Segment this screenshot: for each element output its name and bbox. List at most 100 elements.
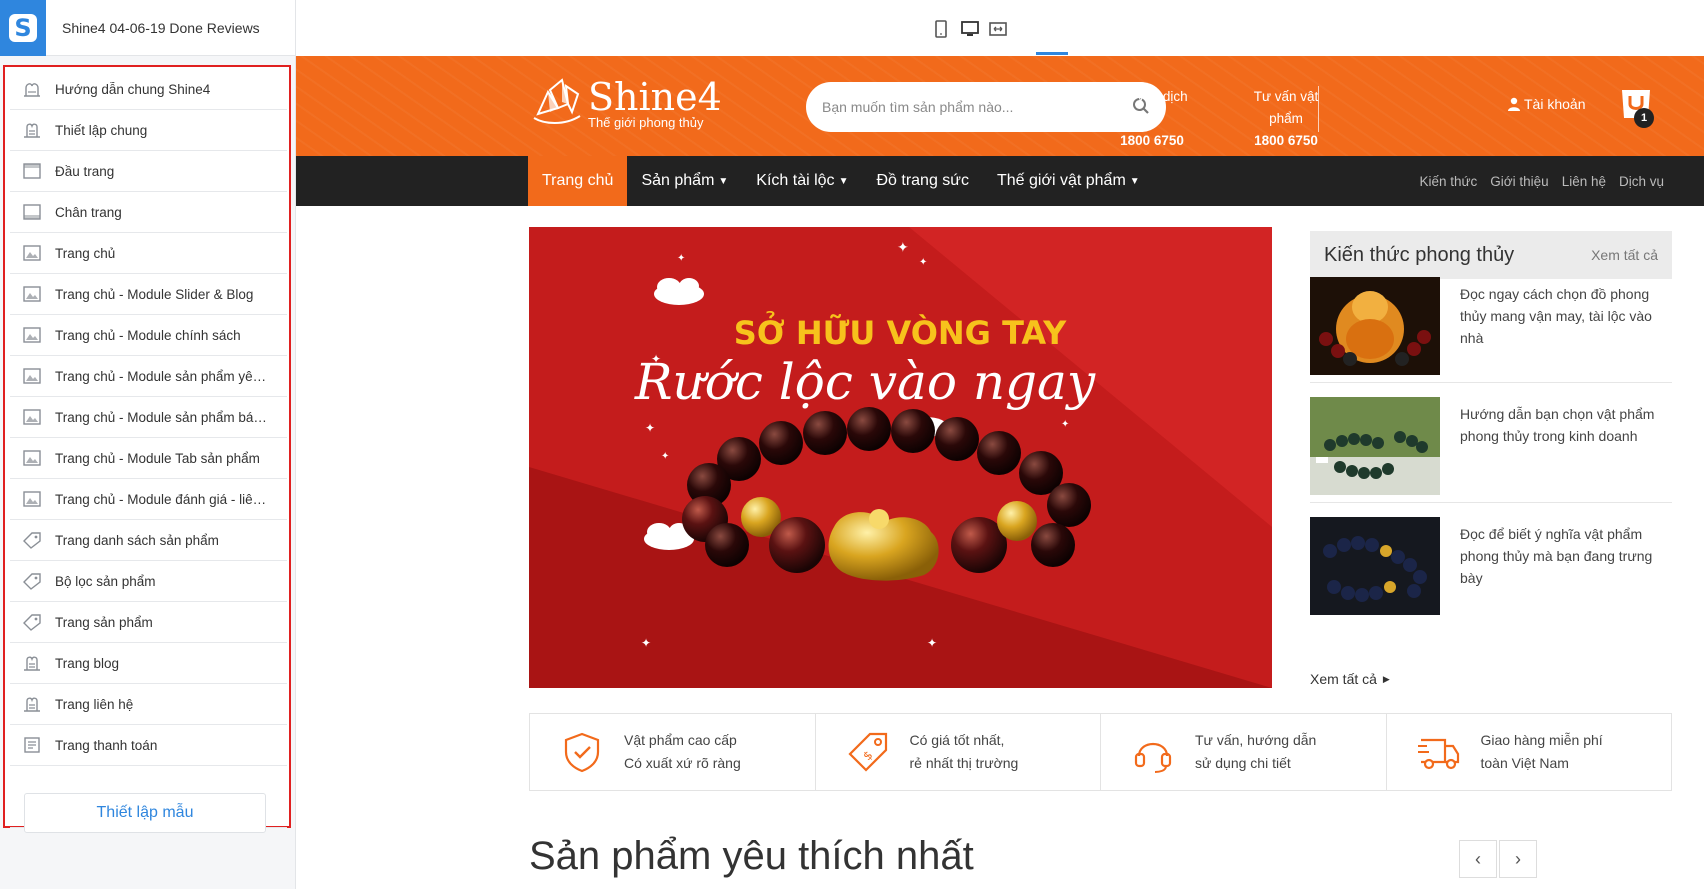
policy-item: $ Có giá tốt nhất, rẻ nhất thị trường [816,714,1101,790]
secondary-nav-item[interactable]: Liên hệ [1562,174,1606,189]
editor-menu-label: Trang chủ - Module sản phẩm bán chạy [55,409,287,425]
device-toolbar [296,0,1704,56]
svg-text:✦: ✦ [927,636,937,650]
editor-menu-item[interactable]: Trang chủ - Module Tab sản phẩm [10,438,287,479]
article-thumbnail[interactable] [1310,517,1440,615]
desktop-view-icon[interactable] [959,18,981,40]
editor-menu-item[interactable]: Đầu trang [10,151,287,192]
hotline-product-label: Tư vấn vật phẩm [1253,89,1319,126]
hotline-product[interactable]: Tư vấn vật phẩm 1800 6750 [1236,86,1336,152]
nav-item-label: Trang chủ [542,172,614,189]
app-logo-icon[interactable]: S [0,0,46,56]
hero-banner[interactable]: ✦ ✦ ✦ ✦ ✦ ✦ ✦ ✦ ✦ SỞ HỮU VÒNG TAY Rước l… [529,227,1272,688]
editor-menu-item[interactable]: Trang chủ [10,233,287,274]
secondary-nav-item[interactable]: Giới thiệu [1490,174,1548,189]
article-divider [1310,502,1672,503]
carousel-next-button[interactable]: › [1499,840,1537,878]
editor-menu-label: Hướng dẫn chung Shine4 [55,81,211,97]
knowledge-view-all[interactable]: Xem tất cả [1591,247,1658,263]
editor-menu-label: Trang chủ - Module sản phẩm yêu thích [55,368,287,384]
page-image-icon [21,242,43,264]
chevron-right-icon: › [1515,848,1521,869]
editor-menu-item[interactable]: Trang chủ - Module chính sách [10,315,287,356]
fullwidth-view-icon[interactable] [987,18,1009,40]
tag-icon [21,611,43,633]
site-preview: Shine4 Thế giới phong thủy Tư vấn dịch v… [296,56,1704,889]
editor-menu-item[interactable]: Trang chủ - Module sản phẩm bán chạy [10,397,287,438]
editor-menu-item[interactable]: Chân trang [10,192,287,233]
caret-right-icon: ▶ [1382,673,1390,684]
nav-item-label: Kích tài lộc [756,172,835,189]
page-image-icon [21,283,43,305]
nav-item[interactable]: Kích tài lộc ▼ [742,156,862,206]
article-thumbnail[interactable] [1310,397,1440,495]
editor-header: S Shine4 04-06-19 Done Reviews [0,0,295,56]
policy-strip: Vật phẩm cao cấp Có xuất xứ rõ ràng $ Có … [529,713,1672,791]
policy-item: Vật phẩm cao cấp Có xuất xứ rõ ràng [530,714,816,790]
editor-menu: Hướng dẫn chung Shine4 Thiết lập chung Đầu… [10,69,287,766]
article-item[interactable]: Đọc ngay cách chọn đồ phong thủy mang vậ… [1310,277,1672,381]
secondary-nav-item[interactable]: Dịch vụ [1619,174,1664,189]
template-setup-button[interactable]: Thiết lập mẫu [24,793,266,833]
editor-menu-label: Trang chủ - Module Slider & Blog [55,286,254,302]
editor-menu-item[interactable]: Trang chủ - Module Slider & Blog [10,274,287,315]
svg-text:✦: ✦ [897,240,909,256]
editor-menu-label: Chân trang [55,204,122,220]
knowledge-header: Kiến thức phong thủy Xem tất cả [1310,231,1672,279]
editor-menu-label: Trang liên hệ [55,696,134,712]
mobile-view-icon[interactable] [930,18,952,40]
policy-line2: rẻ nhất thị trường [909,755,1019,771]
search-input[interactable] [822,99,1112,115]
editor-menu-item[interactable]: Trang chủ - Module sản phẩm yêu thích [10,356,287,397]
article-title[interactable]: Đọc ngay cách chọn đồ phong thủy mang vậ… [1460,283,1665,349]
site-logo[interactable]: Shine4 Thế giới phong thủy [528,74,722,132]
editor-menu-item[interactable]: Trang thanh toán [10,725,287,766]
policy-line1: Vật phẩm cao cấp [624,732,737,748]
editor-menu-item[interactable]: Hướng dẫn chung Shine4 [10,69,287,110]
theme-title: Shine4 04-06-19 Done Reviews [62,19,260,36]
preview-area: Shine4 Thế giới phong thủy Tư vấn dịch v… [296,0,1704,889]
editor-menu-item[interactable]: Bộ lọc sản phẩm [10,561,287,602]
article-divider [1310,382,1672,383]
banner-headline: SỞ HỮU VÒNG TAY [734,310,1067,352]
cart-count-badge: 1 [1634,108,1654,128]
policy-line1: Có giá tốt nhất, [909,732,1005,748]
editor-menu-item[interactable]: Trang chủ - Module đánh giá - liên hệ [10,479,287,520]
hotline-service[interactable]: Tư vấn dịch vụ 1800 6750 [1108,86,1196,152]
secondary-nav-item[interactable]: Kiến thức [1419,174,1477,189]
editor-menu-label: Đầu trang [55,163,115,179]
nav-item[interactable]: Sản phẩm ▼ [627,156,742,206]
editor-menu-label: Thiết lập chung [55,122,148,138]
article-thumbnail[interactable] [1310,277,1440,375]
header-layout-icon [21,160,43,182]
nav-item[interactable]: Thế giới vật phẩm ▼ [983,156,1154,206]
hotline-product-number: 1800 6750 [1254,133,1318,148]
secondary-nav: Kiến thức Giới thiệu Liên hệ Dịch vụ [1406,156,1664,206]
svg-text:✦: ✦ [645,421,655,435]
page-image-icon [21,406,43,428]
account-label: Tài khoản [1524,96,1586,112]
editor-menu-item[interactable]: Trang liên hệ [10,684,287,725]
editor-menu-label: Trang chủ - Module đánh giá - liên hệ [55,491,279,507]
article-title[interactable]: Hướng dẫn bạn chọn vật phẩm phong thủy t… [1460,403,1665,447]
checkout-icon [21,734,43,756]
menu-highlight-frame: Hướng dẫn chung Shine4 Thiết lập chung Đầu… [3,65,291,828]
carousel-prev-button[interactable]: ‹ [1459,840,1497,878]
nav-item[interactable]: Đồ trang sức [862,156,983,206]
editor-menu-item[interactable]: Thiết lập chung [10,110,287,151]
article-item[interactable]: Hướng dẫn bạn chọn vật phẩm phong thủy t… [1310,397,1672,501]
editor-menu-item[interactable]: Trang sản phẩm [10,602,287,643]
active-device-indicator [1036,52,1068,55]
editor-menu-item[interactable]: Trang danh sách sản phẩm [10,520,287,561]
page-image-icon [21,365,43,387]
editor-menu-item[interactable]: Trang blog [10,643,287,684]
svg-text:$: $ [860,748,875,763]
article-title[interactable]: Đọc để biết ý nghĩa vật phẩm phong thủy … [1460,523,1665,589]
account-link[interactable]: Tài khoản [1508,96,1585,112]
policy-item: Tư vấn, hướng dẫn sử dụng chi tiết [1101,714,1387,790]
editor-menu-label: Trang sản phẩm [55,614,153,630]
nav-item[interactable]: Trang chủ [528,156,628,206]
knowledge-more-link[interactable]: Xem tất cả ▶ [1310,671,1390,687]
article-item[interactable]: Đọc để biết ý nghĩa vật phẩm phong thủy … [1310,517,1672,621]
hotline-service-label: Tư vấn dịch vụ [1116,89,1188,126]
